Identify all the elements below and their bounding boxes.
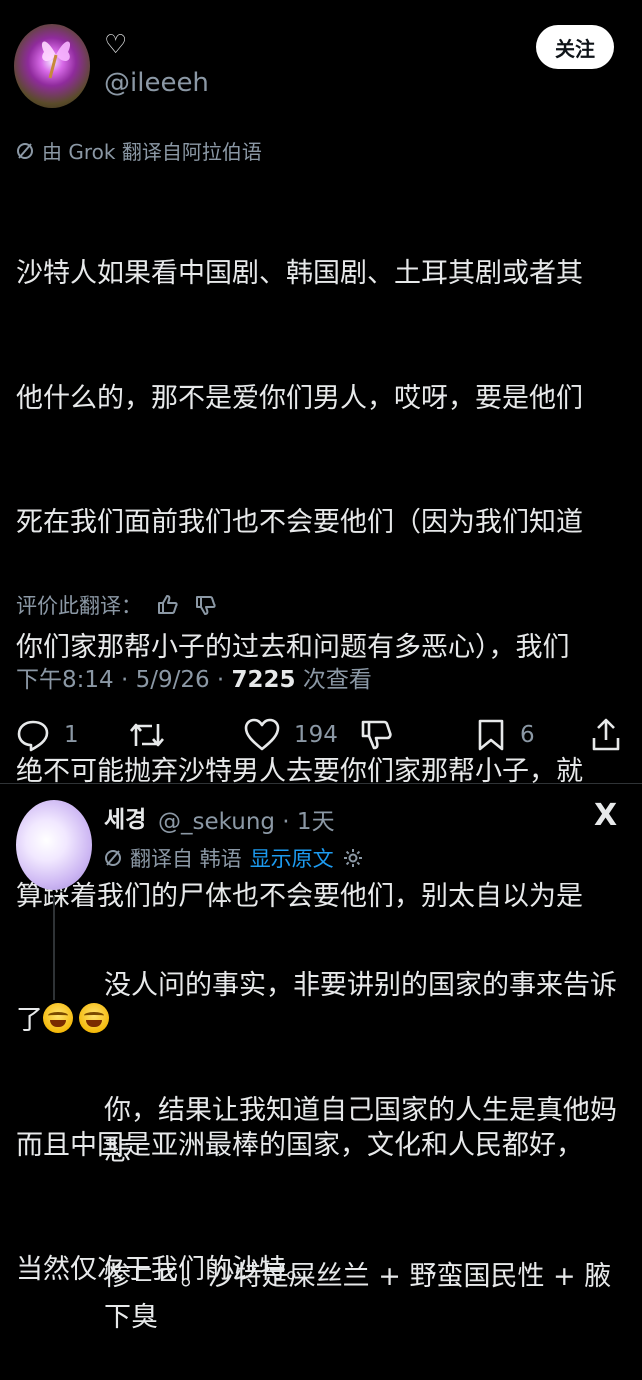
reply-body-line: 惨ㄷㄷ。沙特是屎丝兰 + 野蛮国民性 + 腋下臭	[104, 1260, 612, 1334]
reply-body-line: 没人问的事实，非要讲别的国家的事来告诉	[104, 970, 617, 1001]
analytics-action[interactable]	[360, 718, 394, 752]
like-heart-icon	[244, 718, 280, 751]
reply-handle-time[interactable]: @_sekung · 1天	[158, 802, 335, 836]
reply-action[interactable]: 1	[16, 718, 79, 752]
reply-avatar[interactable]	[16, 800, 92, 890]
reply-body-line: 你，结果让我知道自己国家的人生是真他妈悲	[104, 1094, 617, 1168]
follow-button[interactable]: 关注	[536, 25, 614, 69]
reply-translated-from: 翻译自 韩语	[130, 847, 242, 871]
like-action[interactable]: 194	[244, 718, 338, 752]
share-icon	[592, 718, 620, 751]
action-bar: 1 194 6	[0, 718, 642, 768]
translate-icon	[105, 850, 121, 866]
translation-notice: 由 Grok 翻译自阿拉伯语	[16, 136, 262, 165]
reply-count: 1	[64, 722, 79, 748]
reply-icon	[17, 720, 49, 752]
bookmark-icon	[478, 719, 504, 751]
post-body-line: 他什么的，那不是爱你们男人，哎呀，要是他们	[16, 382, 583, 414]
reply-body: 没人问的事实，非要讲别的国家的事来告诉 你，结果让我知道自己国家的人生是真他妈悲…	[104, 882, 634, 1380]
repost-action[interactable]	[128, 718, 180, 752]
reply-author-name[interactable]: 세경	[104, 800, 146, 834]
translate-icon	[17, 142, 33, 159]
like-count: 194	[294, 722, 338, 748]
rate-translation: 评价此翻译：	[16, 590, 218, 620]
reply-translation-notice: 翻译自 韩语 显示原文	[104, 843, 364, 873]
divider	[0, 783, 642, 784]
post-timestamp[interactable]: 下午8:14 · 5/9/26 ·	[16, 667, 232, 693]
post-body-line: 了	[16, 1005, 43, 1036]
thread-line	[53, 896, 55, 1000]
avatar-flower-icon	[41, 41, 71, 79]
share-action[interactable]	[590, 718, 622, 752]
show-original-link[interactable]: 显示原文	[250, 843, 334, 873]
heart-icon: ♡	[104, 30, 128, 60]
bookmark-action[interactable]: 6	[476, 718, 535, 752]
post-meta: 下午8:14 · 5/9/26 · 7225 次查看	[16, 660, 372, 694]
x-logo-icon: X	[594, 798, 618, 833]
views-label: 次查看	[295, 667, 372, 693]
repost-icon	[130, 723, 164, 747]
thumbs-down-rate-icon	[361, 720, 392, 750]
bookmark-count: 6	[520, 722, 535, 748]
translation-notice-text: 由 Grok 翻译自阿拉伯语	[42, 140, 262, 164]
views-count: 7225	[231, 667, 296, 693]
rate-translation-label: 评价此翻译：	[16, 594, 142, 618]
laughing-emoji-icon	[43, 1003, 73, 1033]
author-handle[interactable]: @ileeeh	[104, 68, 209, 98]
post-body-line: 死在我们面前我们也不会要他们（因为我们知道	[16, 507, 583, 538]
thumbs-up-icon[interactable]	[156, 593, 180, 617]
thumbs-down-icon[interactable]	[194, 593, 218, 617]
post-body-line: 沙特人如果看中国剧、韩国剧、土耳其剧或者其	[16, 258, 583, 289]
gear-icon[interactable]	[342, 847, 364, 869]
